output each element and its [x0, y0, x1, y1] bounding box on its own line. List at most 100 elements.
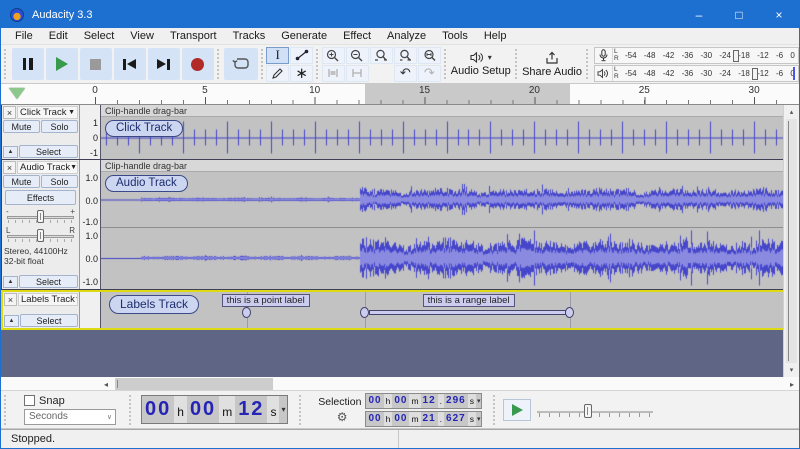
close-track-button[interactable]: × — [3, 161, 16, 174]
play-position-triangle-icon[interactable] — [9, 88, 25, 99]
selection-start-field[interactable]: 00h 00m 12. 296s ▾ — [365, 393, 482, 409]
undo-button[interactable]: ↶ — [394, 65, 417, 82]
pan-slider-thumb[interactable] — [37, 229, 44, 242]
stop-button[interactable] — [80, 48, 112, 80]
audio-waveform-left[interactable] — [101, 172, 783, 227]
solo-button[interactable]: Solo — [41, 175, 78, 188]
silence-audio-button[interactable] — [346, 65, 369, 82]
gear-icon[interactable]: ⚙ — [337, 410, 348, 424]
solo-button[interactable]: Solo — [41, 120, 78, 133]
range-label-right-handle[interactable] — [565, 307, 574, 318]
menu-item[interactable]: Generate — [273, 30, 335, 42]
caret-down-icon[interactable]: ▾ — [476, 394, 482, 408]
scroll-down-icon[interactable]: ▾ — [784, 363, 799, 377]
collapse-track-button[interactable]: ▲ — [4, 315, 19, 327]
menu-item[interactable]: Analyze — [379, 30, 434, 42]
maximize-button[interactable]: □ — [719, 1, 759, 28]
playback-volume-slider[interactable] — [752, 68, 758, 80]
pause-button[interactable] — [12, 48, 44, 80]
range-label-text[interactable]: this is a range label — [423, 294, 515, 307]
toolbar-grip[interactable] — [3, 49, 8, 79]
clip-name-tag[interactable]: Click Track — [105, 120, 183, 137]
fit-project-button[interactable] — [418, 47, 441, 64]
mute-button[interactable]: Mute — [3, 120, 40, 133]
toolbar-grip[interactable] — [315, 49, 320, 79]
audio-track-title[interactable]: Audio Track▼ — [17, 161, 78, 174]
effects-button[interactable]: Effects — [5, 190, 76, 205]
toolbar-grip[interactable] — [216, 49, 221, 79]
clip-drag-bar[interactable]: Clip-handle drag-bar — [101, 105, 798, 117]
zoom-toggle-button[interactable] — [394, 47, 417, 64]
play-at-speed-button[interactable] — [503, 399, 531, 421]
close-track-button[interactable]: × — [3, 106, 16, 119]
audio-setup-button[interactable]: ▾ Audio Setup — [449, 47, 512, 81]
gain-slider-thumb[interactable] — [37, 210, 44, 223]
click-track-vertical-scale[interactable]: 1 0 -1 — [80, 105, 101, 159]
zoom-out-button[interactable] — [346, 47, 369, 64]
labels-track-name-tag[interactable]: Labels Track — [109, 295, 199, 314]
skip-to-end-button[interactable] — [148, 48, 180, 80]
toolbar-grip[interactable] — [514, 49, 519, 79]
scroll-up-icon[interactable]: ▴ — [784, 105, 799, 119]
mute-button[interactable]: Mute — [3, 175, 40, 188]
pan-slider[interactable]: L R — [6, 227, 75, 244]
menu-item[interactable]: Tracks — [225, 30, 274, 42]
menu-item[interactable]: File — [7, 30, 41, 42]
toolbar-grip[interactable] — [443, 49, 448, 79]
click-track-content[interactable]: Clip-handle drag-bar Click Track — [101, 105, 798, 159]
menu-item[interactable]: View — [122, 30, 162, 42]
play-button[interactable] — [46, 48, 78, 80]
playback-meter[interactable]: LR -54-48-42-36-30-24-18-12-60 — [594, 65, 799, 82]
menu-item[interactable]: Transport — [162, 30, 225, 42]
envelope-tool-button[interactable] — [290, 47, 313, 64]
audio-track-vertical-scale[interactable]: 1.0 0.0 -1.0 1.0 0.0 -1.0 — [80, 160, 101, 289]
toolbar-grip[interactable] — [298, 395, 303, 425]
time-seconds[interactable]: 12 — [235, 396, 267, 423]
audio-track-content[interactable]: Clip-handle drag-bar Audio Track — [101, 160, 798, 289]
select-track-button[interactable]: Select — [19, 275, 78, 288]
labels-track-content[interactable]: Labels Track this is a point label this … — [101, 292, 797, 328]
scroll-right-icon[interactable]: ▸ — [785, 377, 799, 391]
horizontal-scrollbar[interactable]: ◂ ▸ — [1, 377, 799, 391]
collapse-track-button[interactable]: ▲ — [3, 146, 18, 158]
snap-mode-select[interactable]: Seconds ∨ — [24, 409, 116, 425]
select-track-button[interactable]: Select — [19, 145, 78, 158]
toolbar-grip[interactable] — [260, 49, 265, 79]
gain-slider[interactable]: - + — [6, 208, 75, 225]
record-button[interactable] — [182, 48, 214, 80]
toolbar-grip[interactable] — [585, 49, 590, 79]
loop-button[interactable] — [224, 48, 257, 80]
select-track-button[interactable]: Select — [20, 314, 78, 327]
menu-item[interactable]: Effect — [335, 30, 379, 42]
zoom-in-button[interactable] — [322, 47, 345, 64]
zoom-selection-button[interactable] — [370, 47, 393, 64]
recording-meter[interactable]: LR -54-48-42-36-30-24-18-12-60 — [594, 47, 799, 64]
menu-item[interactable]: Help — [476, 30, 515, 42]
share-audio-button[interactable]: Share Audio — [521, 47, 584, 81]
point-label-handle[interactable] — [242, 307, 251, 318]
title-bar[interactable]: Audacity 3.3 – □ × — [1, 1, 799, 28]
clip-name-tag[interactable]: Audio Track — [105, 175, 188, 192]
multi-tool-button[interactable]: ∗ — [290, 65, 313, 82]
trim-audio-button[interactable] — [322, 65, 345, 82]
draw-tool-button[interactable] — [266, 65, 289, 82]
audio-position-time-display[interactable]: 00 h 00 m 12 s ▾ — [141, 395, 288, 424]
caret-down-icon[interactable]: ▾ — [279, 396, 287, 423]
caret-down-icon[interactable]: ▾ — [476, 412, 482, 426]
scroll-left-icon[interactable]: ◂ — [99, 377, 113, 391]
minimize-button[interactable]: – — [679, 1, 719, 28]
speed-slider-thumb[interactable] — [584, 404, 592, 418]
labels-track-title[interactable]: Labels Track▼ — [18, 293, 78, 306]
timeline-ruler[interactable]: 051015202530 — [1, 84, 799, 105]
close-button[interactable]: × — [759, 1, 799, 28]
selection-end-field[interactable]: 00h 00m 21. 627s ▾ — [365, 411, 482, 427]
range-label-bar[interactable] — [369, 310, 566, 315]
selection-tool-button[interactable]: I — [266, 47, 289, 64]
menu-item[interactable]: Select — [76, 30, 123, 42]
point-label-text[interactable]: this is a point label — [222, 294, 310, 307]
snap-checkbox[interactable] — [24, 395, 35, 406]
clip-drag-bar[interactable]: Clip-handle drag-bar — [101, 160, 798, 172]
redo-button[interactable]: ↷ — [418, 65, 441, 82]
collapse-track-button[interactable]: ▲ — [3, 276, 18, 288]
menu-item[interactable]: Edit — [41, 30, 76, 42]
